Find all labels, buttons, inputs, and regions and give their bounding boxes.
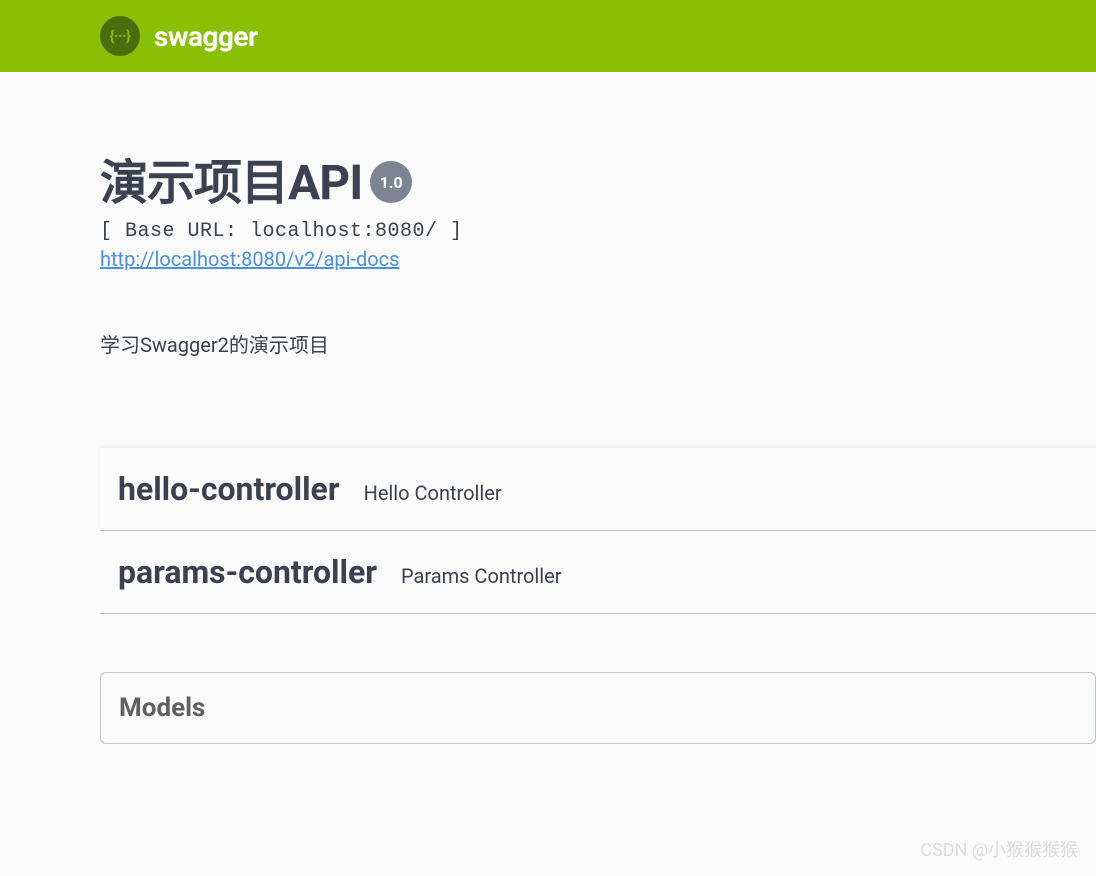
brand-logo[interactable]: swagger	[100, 16, 258, 56]
api-title: 演示项目API	[100, 157, 362, 210]
api-description: 学习Swagger2的演示项目	[100, 329, 1096, 358]
main-container: 演示项目API 1.0 [ Base URL: localhost:8080/ …	[0, 72, 1096, 744]
tag-name: params-controller	[118, 553, 377, 591]
version-badge: 1.0	[370, 161, 412, 203]
brand-text: swagger	[154, 20, 258, 53]
models-section[interactable]: Models	[100, 672, 1096, 744]
api-title-row: 演示项目API 1.0	[100, 157, 1096, 210]
models-title: Models	[119, 693, 1077, 723]
tag-hello-controller[interactable]: hello-controller Hello Controller	[100, 448, 1096, 531]
api-docs-link[interactable]: http://localhost:8080/v2/api-docs	[100, 247, 399, 271]
watermark: CSDN @小猴猴猴猴	[920, 836, 1078, 862]
base-url: [ Base URL: localhost:8080/ ]	[100, 220, 1096, 243]
tag-description: Params Controller	[401, 564, 562, 588]
tag-description: Hello Controller	[364, 481, 502, 505]
swagger-icon	[100, 16, 140, 56]
topbar: swagger	[0, 0, 1096, 72]
tag-params-controller[interactable]: params-controller Params Controller	[100, 531, 1096, 614]
tag-name: hello-controller	[118, 470, 340, 508]
tag-section: hello-controller Hello Controller params…	[100, 448, 1096, 614]
